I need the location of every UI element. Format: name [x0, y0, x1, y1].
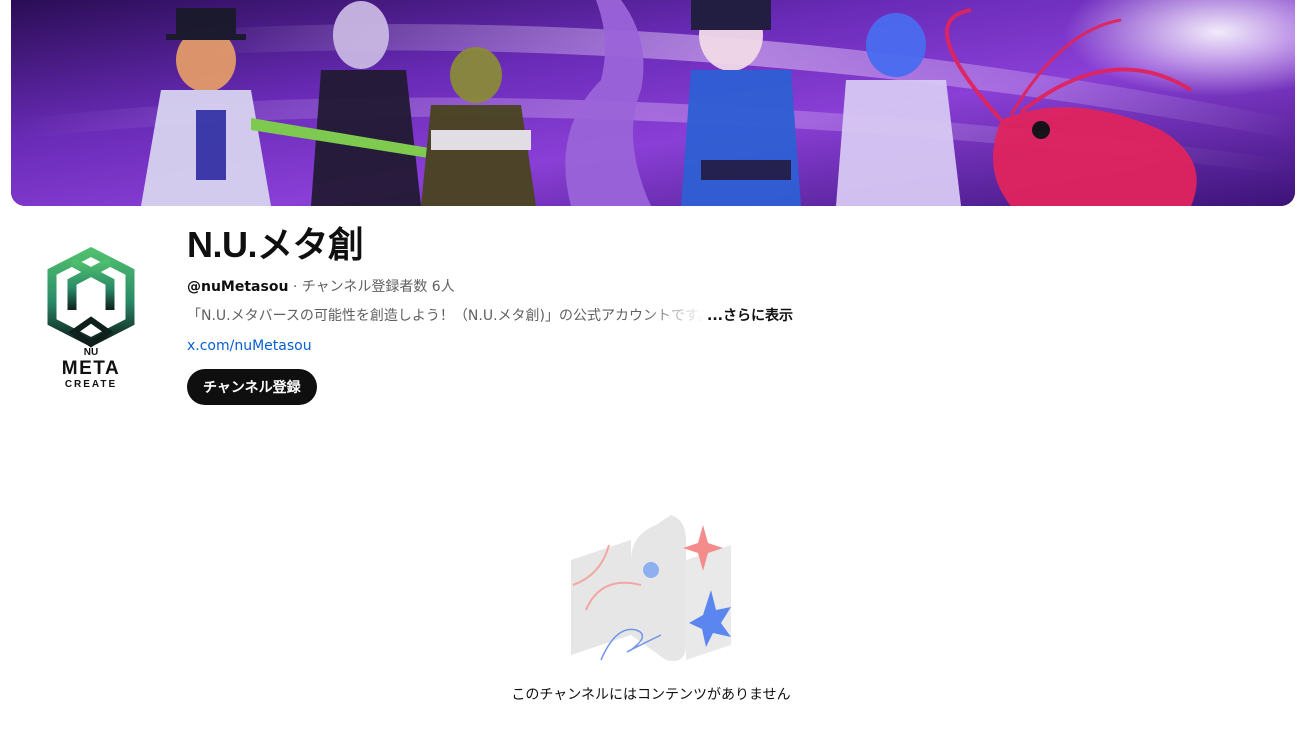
empty-state: このチャンネルにはコンテンツがありません	[0, 505, 1302, 705]
subscriber-count: チャンネル登録者数 6人	[301, 279, 455, 295]
channel-avatar[interactable]: NU META CREATE	[32, 232, 150, 392]
logo-text-create: CREATE	[65, 379, 117, 390]
channel-links: x.com/nuMetasou	[187, 336, 1187, 356]
meta-separator: ·	[288, 279, 302, 295]
logo-text-meta: META	[62, 358, 120, 379]
channel-info: N.U.メタ創 @nuMetasou · チャンネル登録者数 6人 「N.U.メ…	[187, 222, 1187, 405]
channel-meta: @nuMetasou · チャンネル登録者数 6人	[187, 277, 1187, 297]
channel-external-link[interactable]: x.com/nuMetasou	[187, 338, 312, 354]
channel-banner	[11, 0, 1295, 206]
show-more-link[interactable]: ...さらに表示	[707, 306, 793, 326]
channel-description-row[interactable]: 「N.U.メタバースの可能性を創造しよう！（N.U.メタ創)」の公式アカウントで…	[187, 306, 1187, 326]
channel-logo: NU META CREATE	[47, 246, 135, 390]
logo-text-nu: NU	[84, 347, 98, 358]
subscribe-button[interactable]: チャンネル登録	[187, 369, 317, 405]
channel-title: N.U.メタ創	[187, 224, 364, 265]
empty-state-message: このチャンネルにはコンテンツがありません	[511, 687, 791, 703]
channel-description[interactable]: 「N.U.メタバースの可能性を創造しよう！（N.U.メタ創)」の公式アカウントで…	[187, 306, 705, 326]
channel-handle: @nuMetasou	[187, 279, 289, 295]
banner-artwork	[11, 0, 1295, 206]
empty-illustration-icon	[571, 515, 731, 661]
